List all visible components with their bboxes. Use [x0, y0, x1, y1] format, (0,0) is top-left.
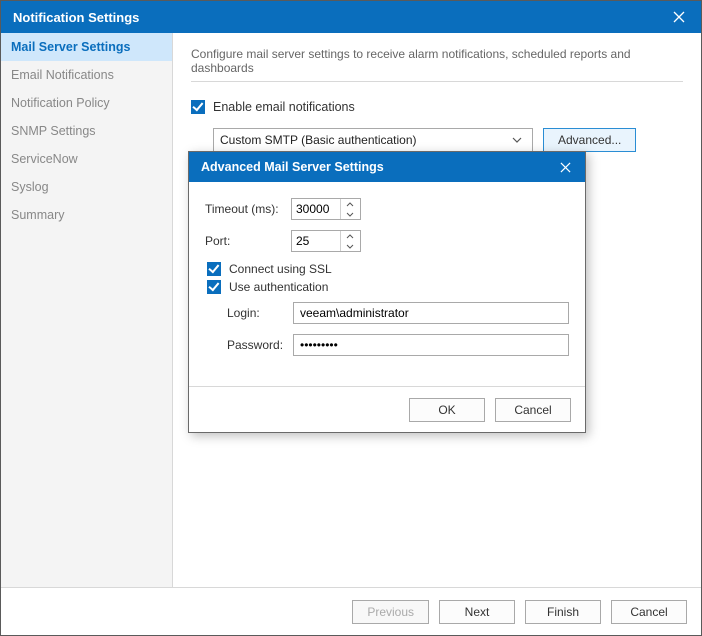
sidebar-item-servicenow[interactable]: ServiceNow [1, 145, 172, 173]
spinner-up-button[interactable] [341, 199, 358, 209]
timeout-row: Timeout (ms): [205, 198, 569, 220]
cancel-button[interactable]: Cancel [611, 600, 687, 624]
advanced-button-label: Advanced... [558, 133, 621, 147]
use-authentication-checkbox[interactable] [207, 280, 221, 294]
enable-email-checkbox[interactable] [191, 100, 205, 114]
wizard-footer: Previous Next Finish Cancel [1, 587, 701, 635]
use-authentication-label: Use authentication [229, 280, 328, 294]
window-close-button[interactable] [657, 1, 701, 33]
login-row: Login: [227, 302, 569, 324]
window-title: Notification Settings [13, 10, 139, 25]
chevron-down-icon [508, 137, 526, 143]
button-label: OK [438, 403, 455, 417]
sidebar-item-label: SNMP Settings [11, 124, 96, 138]
chevron-up-icon [346, 202, 354, 207]
timeout-spinner [291, 198, 361, 220]
sidebar-item-label: Mail Server Settings [11, 40, 131, 54]
sidebar-item-mail-server-settings[interactable]: Mail Server Settings [1, 33, 172, 61]
password-row: Password: [227, 334, 569, 356]
sidebar-item-label: Summary [11, 208, 64, 222]
smtp-type-select[interactable]: Custom SMTP (Basic authentication) [213, 128, 533, 152]
dialog-footer: OK Cancel [189, 386, 585, 432]
finish-button[interactable]: Finish [525, 600, 601, 624]
notification-settings-window: Notification Settings Mail Server Settin… [0, 0, 702, 636]
sidebar-item-notification-policy[interactable]: Notification Policy [1, 89, 172, 117]
sidebar-item-label: Syslog [11, 180, 49, 194]
advanced-button[interactable]: Advanced... [543, 128, 636, 152]
enable-email-label: Enable email notifications [213, 100, 355, 114]
button-label: Cancel [630, 605, 667, 619]
timeout-label: Timeout (ms): [205, 202, 291, 216]
close-icon [560, 162, 571, 173]
button-label: Cancel [514, 403, 551, 417]
sidebar-item-email-notifications[interactable]: Email Notifications [1, 61, 172, 89]
ssl-row: Connect using SSL [205, 262, 569, 276]
dialog-cancel-button[interactable]: Cancel [495, 398, 571, 422]
spinner-buttons [340, 231, 358, 251]
port-row: Port: [205, 230, 569, 252]
dialog-close-button[interactable] [545, 152, 585, 182]
dialog-body: Timeout (ms): Port: [189, 182, 585, 386]
close-icon [673, 11, 685, 23]
auth-fields: Login: Password: [205, 302, 569, 356]
spinner-down-button[interactable] [341, 241, 358, 251]
chevron-up-icon [346, 234, 354, 239]
spinner-down-button[interactable] [341, 209, 358, 219]
port-spinner [291, 230, 361, 252]
page-description: Configure mail server settings to receiv… [191, 47, 683, 75]
sidebar: Mail Server Settings Email Notifications… [1, 33, 173, 587]
advanced-mail-server-dialog: Advanced Mail Server Settings Timeout (m… [188, 151, 586, 433]
previous-button: Previous [352, 600, 429, 624]
connect-ssl-checkbox[interactable] [207, 262, 221, 276]
connect-ssl-label: Connect using SSL [229, 262, 332, 276]
chevron-down-icon [346, 212, 354, 217]
spinner-up-button[interactable] [341, 231, 358, 241]
password-input[interactable] [293, 334, 569, 356]
ok-button[interactable]: OK [409, 398, 485, 422]
divider [191, 81, 683, 82]
button-label: Next [465, 605, 490, 619]
dialog-title: Advanced Mail Server Settings [201, 160, 384, 174]
timeout-input[interactable] [292, 199, 340, 219]
sidebar-item-snmp-settings[interactable]: SNMP Settings [1, 117, 172, 145]
sidebar-item-label: Email Notifications [11, 68, 114, 82]
button-label: Finish [547, 605, 579, 619]
port-input[interactable] [292, 231, 340, 251]
sidebar-item-label: Notification Policy [11, 96, 110, 110]
login-input[interactable] [293, 302, 569, 324]
next-button[interactable]: Next [439, 600, 515, 624]
smtp-row: Custom SMTP (Basic authentication) Advan… [191, 128, 683, 152]
sidebar-item-label: ServiceNow [11, 152, 78, 166]
password-label: Password: [227, 338, 293, 352]
enable-email-row: Enable email notifications [191, 100, 683, 114]
sidebar-item-summary[interactable]: Summary [1, 201, 172, 229]
chevron-down-icon [346, 244, 354, 249]
button-label: Previous [367, 605, 414, 619]
spinner-buttons [340, 199, 358, 219]
sidebar-item-syslog[interactable]: Syslog [1, 173, 172, 201]
dialog-titlebar: Advanced Mail Server Settings [189, 152, 585, 182]
login-label: Login: [227, 306, 293, 320]
auth-row: Use authentication [205, 280, 569, 294]
port-label: Port: [205, 234, 291, 248]
titlebar: Notification Settings [1, 1, 701, 33]
smtp-type-value: Custom SMTP (Basic authentication) [220, 133, 508, 147]
